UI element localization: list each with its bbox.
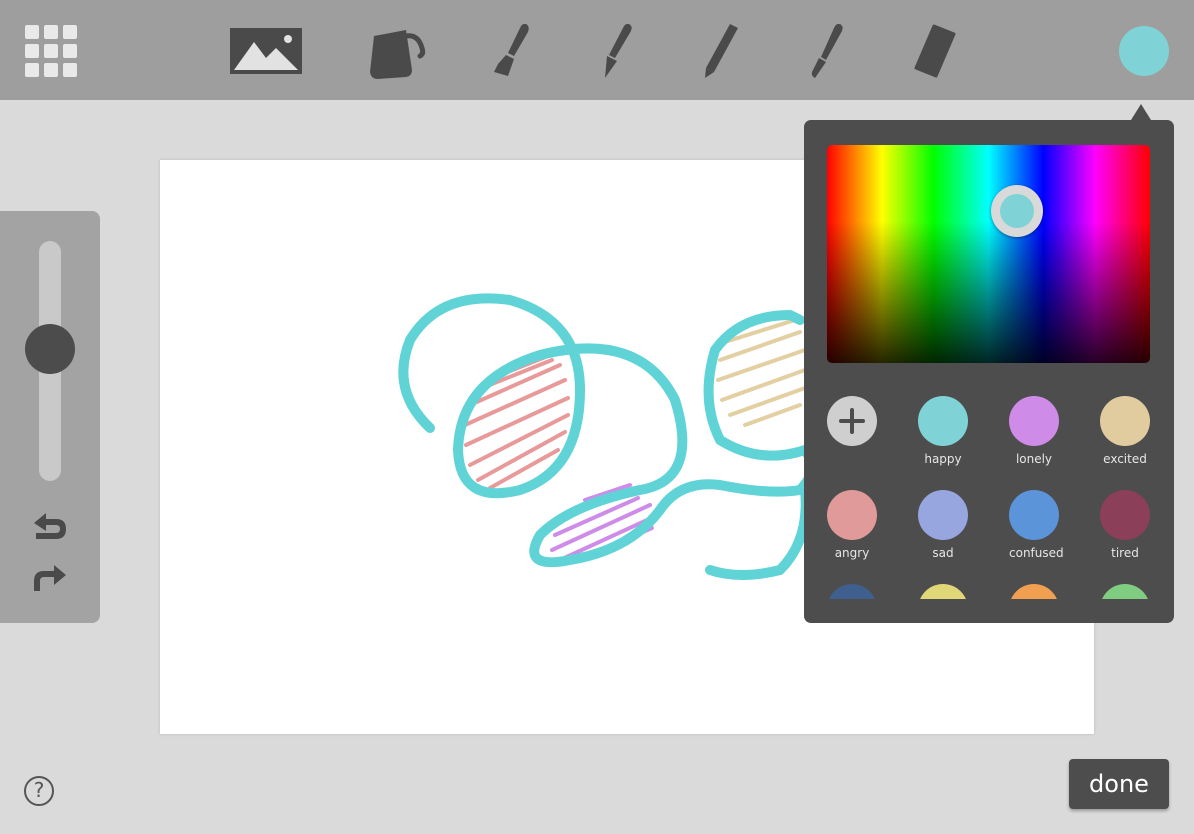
swatch-lonely[interactable]: lonely — [1009, 396, 1059, 466]
swatch-dot[interactable] — [1009, 396, 1059, 446]
swatch-dot[interactable] — [827, 490, 877, 540]
add-swatch-button[interactable] — [827, 396, 877, 446]
swatch-label: happy — [924, 452, 962, 466]
swatch-excited[interactable]: excited — [1100, 396, 1150, 466]
swatch-dot[interactable] — [1009, 584, 1059, 599]
swatch-tired[interactable]: tired — [1100, 490, 1150, 560]
brush-size-slider-thumb[interactable] — [25, 324, 75, 374]
top-toolbar — [0, 0, 1194, 100]
swatch-dot[interactable] — [1100, 584, 1150, 599]
swatch-partial[interactable] — [1009, 584, 1059, 599]
swatch-label: tired — [1111, 546, 1139, 560]
eraser-icon[interactable] — [912, 24, 958, 78]
fine-brush-icon[interactable] — [806, 22, 846, 80]
apps-grid-icon[interactable] — [25, 25, 77, 77]
swatch-partial[interactable] — [918, 584, 968, 599]
color-picker-popover: happy lonely excited angry sad confused … — [804, 120, 1174, 623]
pencil-icon[interactable] — [700, 22, 742, 80]
swatch-dot[interactable] — [1100, 396, 1150, 446]
swatch-label: angry — [834, 546, 870, 560]
color-spectrum-handle[interactable] — [991, 185, 1043, 237]
swatch-confused[interactable]: confused — [1009, 490, 1064, 560]
redo-icon[interactable] — [30, 559, 70, 598]
swatch-dot[interactable] — [918, 490, 968, 540]
swatch-label: confused — [1009, 546, 1064, 560]
selected-color-preview — [1000, 194, 1034, 228]
swatch-dot[interactable] — [827, 584, 877, 599]
fountain-pen-icon[interactable] — [595, 22, 635, 80]
help-button[interactable]: ? — [24, 776, 54, 806]
color-swatch-grid: happy lonely excited angry sad confused … — [827, 396, 1157, 599]
swatch-dot[interactable] — [918, 584, 968, 599]
swatch-partial[interactable] — [1100, 584, 1150, 599]
paint-bucket-icon[interactable] — [366, 26, 426, 80]
current-color-button[interactable] — [1119, 26, 1169, 76]
swatch-happy[interactable]: happy — [918, 396, 968, 466]
swatch-dot[interactable] — [1009, 490, 1059, 540]
color-popover-arrow — [1131, 104, 1151, 120]
paintbrush-icon[interactable] — [490, 22, 534, 80]
undo-icon[interactable] — [30, 511, 70, 550]
brush-size-panel — [0, 211, 100, 623]
swatch-partial[interactable] — [827, 584, 877, 599]
swatch-angry[interactable]: angry — [827, 490, 877, 560]
swatch-dot[interactable] — [918, 396, 968, 446]
swatch-label: lonely — [1015, 452, 1053, 466]
color-spectrum[interactable] — [827, 145, 1150, 363]
image-icon[interactable] — [230, 28, 302, 74]
plus-icon[interactable] — [827, 396, 877, 446]
swatch-label: excited — [1103, 452, 1147, 466]
swatch-sad[interactable]: sad — [918, 490, 968, 560]
done-button[interactable]: done — [1069, 759, 1169, 809]
swatch-dot[interactable] — [1100, 490, 1150, 540]
swatch-label: sad — [932, 546, 954, 560]
